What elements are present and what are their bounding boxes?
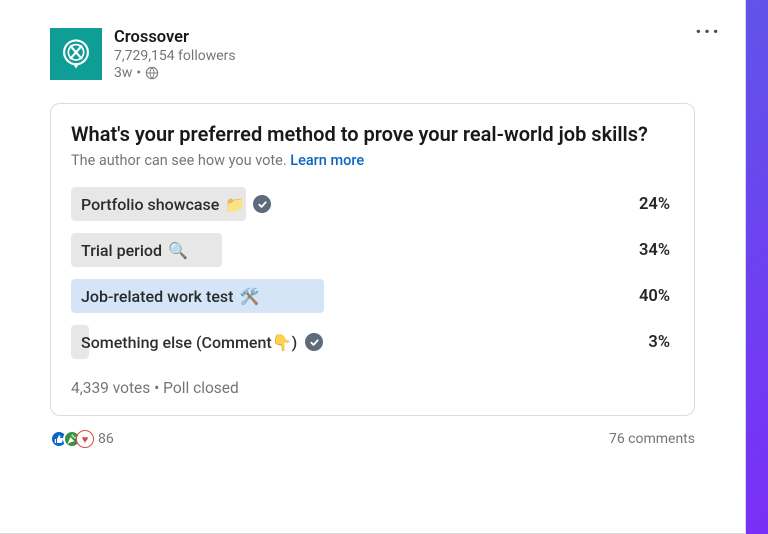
poll-option-percent: 34% [639,241,670,260]
globe-icon [145,66,159,80]
learn-more-link[interactable]: Learn more [290,152,364,169]
poll-option-label: Job-related work test 🛠️ [71,287,259,306]
poll-question: What's your preferred method to prove yo… [71,122,674,146]
company-avatar[interactable] [50,28,102,80]
comments-link[interactable]: 76 comments [609,431,695,447]
poll-options: Portfolio showcase 📁 24% Trial period 🔍 34% Jo… [71,187,674,359]
poll-option-emoji: 📁 [225,195,245,214]
poll-option-label: Something else (Comment👇) [71,333,297,352]
post-card: Crossover 7,729,154 followers 3w • ··· W… [0,0,746,534]
poll-option-percent: 40% [639,287,670,306]
poll-option-label: Trial period 🔍 [71,241,188,260]
poll-option-text: Something else (Comment👇) [81,333,297,352]
post-header-text: Crossover 7,729,154 followers 3w • [114,28,236,81]
crossover-logo-icon [59,37,93,71]
reactions-summary[interactable]: ♥ 86 [50,430,114,448]
post-header: Crossover 7,729,154 followers 3w • ··· [0,0,745,89]
poll-container: What's your preferred method to prove yo… [50,103,695,416]
check-icon [305,333,323,351]
post-age: 3w [114,65,132,81]
poll-option-emoji: 🔍 [168,241,188,260]
poll-option-percent: 24% [639,195,670,214]
poll-option-text: Job-related work test [81,287,233,306]
reaction-count: 86 [98,431,114,447]
poll-option-percent: 3% [648,333,670,352]
dot-separator: • [136,65,141,81]
poll-option-emoji: 🛠️ [239,287,259,306]
reaction-icons: ♥ [50,430,94,448]
check-icon [253,195,271,213]
poll-subline: The author can see how you vote. Learn m… [71,152,674,169]
love-icon: ♥ [76,430,94,448]
more-options-button[interactable]: ··· [695,28,721,38]
poll-option[interactable]: Something else (Comment👇) 3% [71,325,674,359]
post-time-row: 3w • [114,65,236,81]
poll-option-label: Portfolio showcase 📁 [71,195,245,214]
poll-option-text: Trial period [81,241,162,260]
followers-count: 7,729,154 followers [114,48,236,64]
poll-meta: 4,339 votes • Poll closed [71,379,674,397]
company-name[interactable]: Crossover [114,28,236,47]
post-footer: ♥ 86 76 comments [50,430,695,448]
poll-option[interactable]: Job-related work test 🛠️ 40% [71,279,674,313]
poll-privacy-text: The author can see how you vote. [71,152,290,169]
poll-option-text: Portfolio showcase [81,195,219,214]
poll-option[interactable]: Trial period 🔍 34% [71,233,674,267]
poll-option[interactable]: Portfolio showcase 📁 24% [71,187,674,221]
